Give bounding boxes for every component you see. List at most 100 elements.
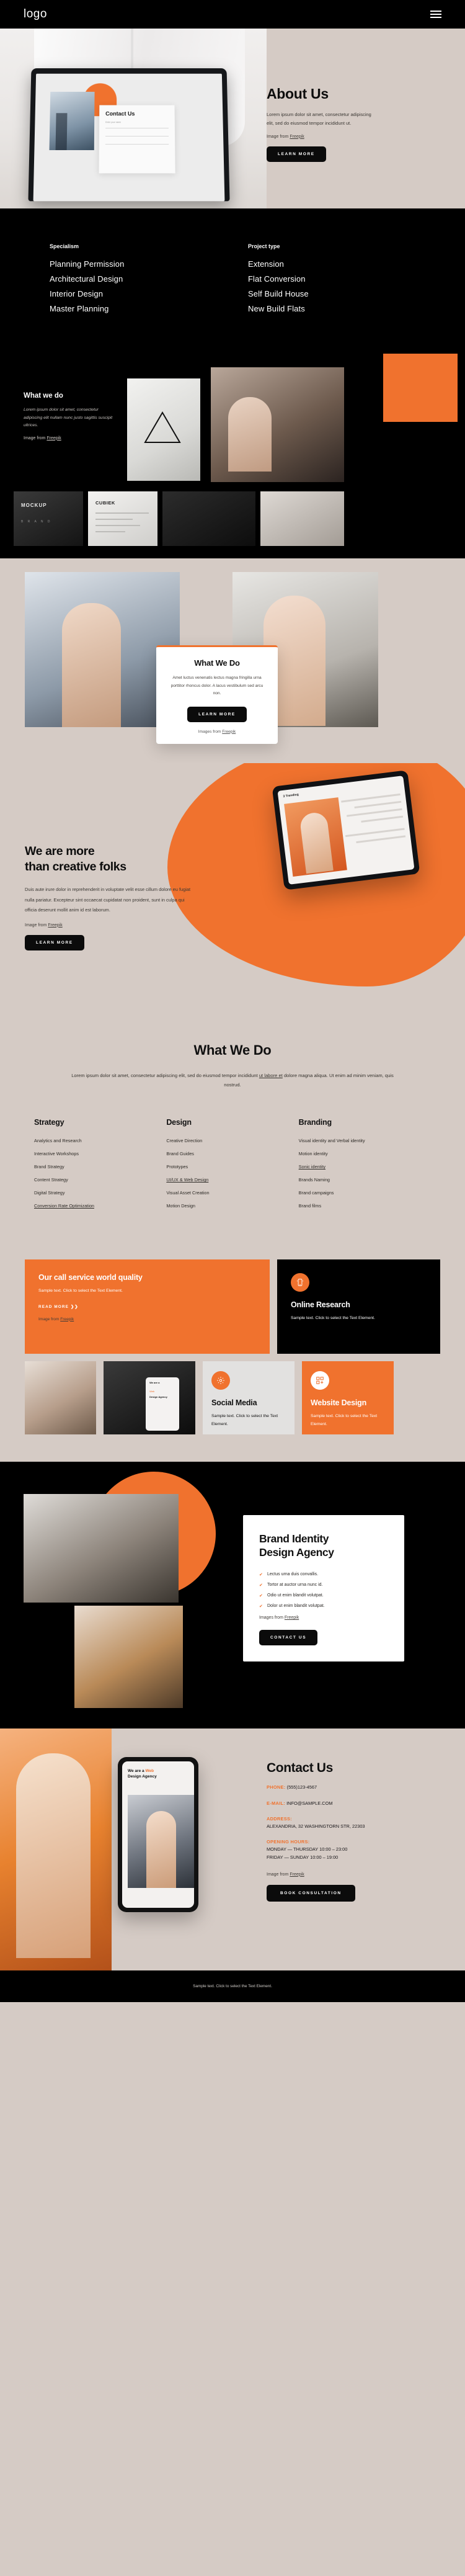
list-item[interactable]: Brand campaigns [299,1190,431,1196]
specialism-list: Planning Permission Architectural Design… [50,259,248,313]
list-item[interactable]: Flat Conversion [248,274,446,284]
mini-phone-screen: We are a Web Design Agency [146,1377,180,1431]
list-item[interactable]: Content Strategy [34,1177,166,1183]
creative-credit-link[interactable]: Freepik [48,923,62,928]
screen-field-label: Enter your name [105,121,122,124]
tablet-mockup: 3 Trending [272,770,420,890]
list-item[interactable]: Master Planning [50,304,248,313]
call-quality-card[interactable]: Our call service world quality Sample te… [25,1259,270,1354]
book-consultation-button[interactable]: BOOK CONSULTATION [267,1884,355,1902]
list-item[interactable]: UI/UX & Web Design [166,1177,298,1183]
phone-headline-b: Web [145,1769,154,1774]
brand-bullets: Lectus urna duis convallis. Tortor at au… [259,1572,388,1609]
hours-line-2: FRIDAY — SUNDAY 10:00 – 19:00 [267,1854,339,1860]
specialism-column: Specialism Planning Permission Architect… [50,243,248,319]
list-item[interactable]: Interactive Workshops [34,1151,166,1156]
list-item[interactable]: Conversion Rate Optimization [34,1203,166,1209]
website-design-card[interactable]: Website Design Sample text. Click to sel… [302,1361,394,1435]
list-item[interactable]: Analytics and Research [34,1138,166,1143]
hamburger-menu-icon[interactable] [430,11,441,18]
dark-photo-3 [162,491,255,546]
read-more-link[interactable]: READ MORE ❯❯ [38,1304,256,1309]
brand-title-line2: Design Agency [259,1546,334,1559]
feature-photo-left [25,1361,96,1435]
collage-credit-link[interactable]: Freepik [46,436,61,441]
website-design-body: Sample text. Click to select the Text El… [311,1414,378,1426]
address-value: ALEXANDRIA, 32 WASHINGTORN STR, 22303 [267,1823,365,1830]
column-heading: Strategy [34,1118,64,1127]
contact-email-row: E-MAIL: INFO@SAMPLE.COM [267,1800,453,1807]
creative-learn-more-button[interactable]: LEARN MORE [25,934,84,950]
social-media-title: Social Media [211,1398,257,1408]
email-value[interactable]: INFO@SAMPLE.COM [286,1800,332,1806]
list-item[interactable]: Brand Guides [166,1151,298,1156]
collage-body: Lorem ipsum dolor sit amet, consectetur … [24,408,113,428]
what-we-do-collage: What we do Lorem ipsum dolor sit amet, c… [0,354,465,558]
list-item[interactable]: Brands Naming [299,1177,431,1183]
phone-headline-c: Design Agency [128,1774,157,1779]
site-header: logo [0,0,465,29]
list-item[interactable]: Brand Strategy [34,1164,166,1169]
cq-credit-prefix: Image from [38,1317,61,1322]
list-item[interactable]: Extension [248,259,446,269]
list-item[interactable]: Planning Permission [50,259,248,269]
contact-photo-person [0,1729,112,1971]
brand-photo-top [24,1494,179,1603]
online-research-title: Online Research [291,1300,350,1310]
brand-title-line1: Brand Identity [259,1532,329,1545]
logo[interactable]: logo [24,7,47,21]
column-list: Visual identity and Verbal identity Moti… [299,1138,431,1209]
services-intro: Lorem ipsum dolor sit amet, consectetur … [68,1071,397,1089]
specialism-section: Specialism Planning Permission Architect… [0,208,465,354]
list-item[interactable]: Interior Design [50,289,248,298]
what-we-do-learn-more-button[interactable]: LEARN MORE [187,706,247,722]
phone-value[interactable]: (555)123-4567 [287,1784,317,1790]
services-columns: Strategy Analytics and Research Interact… [0,1118,465,1216]
contact-phone-mockup: We are a Web Design Agency [118,1757,198,1913]
wwd-credit-link[interactable]: Freepik [222,730,236,734]
footer-text: Sample text. Click to select the Text El… [193,1984,272,1989]
contact-credit: Image from Freepik [267,1872,453,1877]
phone-key: PHONE: [267,1784,286,1791]
list-item[interactable]: Digital Strategy [34,1190,166,1196]
cq-credit-link[interactable]: Freepik [60,1317,74,1322]
project-type-heading: Project type [248,243,280,249]
features-row-1: Our call service world quality Sample te… [0,1259,465,1354]
list-item[interactable]: Self Build House [248,289,446,298]
services-intro-link[interactable]: ut labore et [259,1073,283,1078]
creative-credit-prefix: Image from [25,923,48,928]
about-learn-more-button[interactable]: LEARN MORE [267,146,326,162]
hero-section: Contact Us Enter your name About Us Lore… [0,29,465,208]
list-item[interactable]: Sonic identity [299,1164,431,1169]
list-item[interactable]: Brand films [299,1203,431,1209]
contact-credit-prefix: Image from [267,1872,290,1877]
address-key: ADDRESS: [267,1815,292,1822]
orange-accent-rect [383,354,458,422]
list-item[interactable]: Architectural Design [50,274,248,284]
brand-credit-link[interactable]: Freepik [285,1616,299,1620]
social-media-card[interactable]: Social Media Sample text. Click to selec… [203,1361,294,1435]
list-item[interactable]: Motion identity [299,1151,431,1156]
list-item[interactable]: Visual identity and Verbal identity [299,1138,431,1143]
list-item[interactable]: New Build Flats [248,304,446,313]
list-item[interactable]: Creative Direction [166,1138,298,1143]
column-heading: Design [166,1118,192,1127]
contact-credit-link[interactable]: Freepik [290,1872,304,1877]
services-column-strategy: Strategy Analytics and Research Interact… [34,1118,166,1216]
screen-photo [49,91,95,151]
social-media-body: Sample text. Click to select the Text El… [211,1414,278,1426]
cubiek-label: CUBIEK [95,500,115,506]
contact-address-row: ADDRESS: ALEXANDRIA, 32 WASHINGTORN STR,… [267,1815,453,1830]
mobile-phone-icon [291,1273,309,1292]
list-item[interactable]: Visual Asset Creation [166,1190,298,1196]
online-research-card[interactable]: Online Research Sample text. Click to se… [277,1259,440,1354]
grid-plus-icon [311,1371,329,1390]
brand-credit: Images from Freepik [259,1616,388,1620]
what-we-do-card: What We Do Amet luctus venenatis lectus … [156,645,278,744]
collage-text: What we do Lorem ipsum dolor sit amet, c… [24,392,117,441]
brand-contact-us-button[interactable]: CONTACT US [259,1630,318,1646]
about-credit-link[interactable]: Freepik [290,135,304,139]
what-we-do-card-body: Amet luctus venenatis lectus magna fring… [170,676,264,696]
list-item[interactable]: Motion Design [166,1203,298,1209]
list-item[interactable]: Prototypes [166,1164,298,1169]
